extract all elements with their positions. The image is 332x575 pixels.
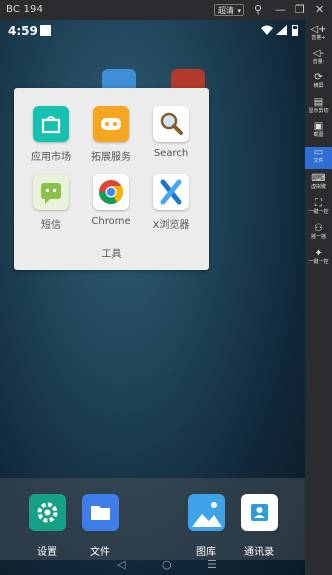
tool-label: 一键一控 (308, 209, 329, 215)
status-bar: 4:59 (0, 20, 305, 42)
clipboard-icon: ▤ (313, 97, 324, 108)
sms-icon (33, 174, 69, 210)
volume-up-button[interactable]: ◁+ 音量+ (305, 24, 332, 42)
tool-label: 音量+ (311, 35, 326, 41)
x-browser-icon (153, 174, 189, 210)
app-label: 拓展服务 (91, 152, 131, 163)
quality-label: 超清 (218, 6, 234, 15)
dock: 设置 文件 图库 通讯录 (0, 478, 305, 560)
quality-dropdown[interactable]: 超清 ▾ (214, 4, 244, 16)
minimize-icon[interactable]: — (275, 3, 286, 17)
chrome-app[interactable]: Chrome (81, 174, 141, 227)
battery-icon (292, 25, 298, 36)
tool-label: 一键一控 (308, 259, 329, 265)
wifi-icon (261, 25, 273, 35)
gamepad-icon (93, 106, 129, 142)
navigation-bar: ◁ ○ ☰ (0, 556, 305, 575)
dock-gallery[interactable]: 图库 (178, 494, 234, 558)
menu-icon[interactable]: ☰ (207, 558, 217, 571)
keyboard-icon: ⌨ (311, 173, 326, 184)
file-icon: ▭ (313, 147, 324, 158)
app-label: X浏览器 (152, 220, 190, 231)
control-icon: ✦ (314, 248, 323, 259)
emulator-toolbar: ◁+ 音量+ ◁- 音量- ⟳ 横屏 ▤ 显示剪切 ▣ 截图 ▭ 文件 ⌨ 虚拟… (305, 20, 332, 575)
folder-icon (81, 494, 119, 531)
dock-files[interactable]: 文件 (72, 494, 128, 558)
clipboard-button[interactable]: ▤ 显示剪切 (305, 97, 332, 115)
rotate-icon: ⟳ (314, 72, 323, 83)
app-market-icon (33, 106, 69, 142)
chrome-icon (93, 174, 129, 210)
notification-icon (40, 25, 51, 36)
close-icon[interactable]: ✕ (315, 3, 324, 17)
gear-icon (28, 494, 66, 531)
emulator-title-bar: BC 194 超清 ▾ ⚲ — ❐ ✕ (0, 0, 332, 20)
dock-settings[interactable]: 设置 (19, 494, 75, 558)
sms-app[interactable]: 短信 (21, 174, 81, 231)
volume-down-button[interactable]: ◁- 音量- (305, 48, 332, 66)
shake-button[interactable]: ⚇ 摇一摇 (305, 223, 332, 241)
pin-icon[interactable]: ⚲ (254, 3, 262, 17)
tool-label: 虚拟键 (310, 184, 326, 190)
tool-label: 音量- (312, 59, 325, 65)
signal-icon (276, 25, 287, 35)
volume-down-icon: ◁- (312, 48, 325, 59)
app-label: 短信 (41, 220, 61, 231)
app-label: Chrome (91, 216, 131, 227)
restore-icon[interactable]: ❐ (295, 3, 305, 17)
search-app[interactable]: Search (141, 106, 201, 159)
volume-up-icon: ◁+ (310, 24, 327, 35)
window-title: BC 194 (6, 4, 44, 15)
clock: 4:59 (8, 24, 38, 38)
tool-label: 横屏 (313, 83, 324, 89)
fullscreen-button[interactable]: ⛶ 一键一控 (305, 198, 332, 216)
control-button[interactable]: ✦ 一键一控 (305, 248, 332, 266)
back-icon[interactable]: ◁ (117, 558, 125, 571)
keyboard-button[interactable]: ⌨ 虚拟键 (305, 173, 332, 191)
screenshot-button[interactable]: ▣ 截图 (305, 121, 332, 139)
contacts-icon (240, 494, 278, 531)
phone-screen: 4:59 应用市场 拓展服务 Search 短信 Chrome X浏览器 工具 … (0, 20, 305, 575)
tool-label: 文件 (313, 158, 324, 164)
tool-label: 显示剪切 (308, 108, 329, 114)
app-market[interactable]: 应用市场 (21, 106, 81, 163)
tools-folder: 应用市场 拓展服务 Search 短信 Chrome X浏览器 工具 (14, 88, 209, 270)
tool-label: 截图 (313, 132, 324, 138)
screenshot-icon: ▣ (313, 121, 324, 132)
rotate-button[interactable]: ⟳ 横屏 (305, 72, 332, 90)
shake-icon: ⚇ (314, 223, 323, 234)
x-browser-app[interactable]: X浏览器 (141, 174, 201, 231)
folder-name[interactable]: 工具 (14, 245, 209, 260)
app-label: Search (153, 148, 189, 159)
fullscreen-icon: ⛶ (315, 198, 322, 209)
app-label: 应用市场 (31, 152, 71, 163)
file-button[interactable]: ▭ 文件 (305, 147, 332, 169)
extension-service[interactable]: 拓展服务 (81, 106, 141, 163)
dock-contacts[interactable]: 通讯录 (231, 494, 287, 558)
chevron-down-icon: ▾ (237, 7, 241, 15)
magnifier-icon (153, 106, 189, 142)
gallery-icon (187, 494, 225, 531)
tool-label: 摇一摇 (310, 234, 326, 240)
home-icon[interactable]: ○ (162, 558, 172, 571)
